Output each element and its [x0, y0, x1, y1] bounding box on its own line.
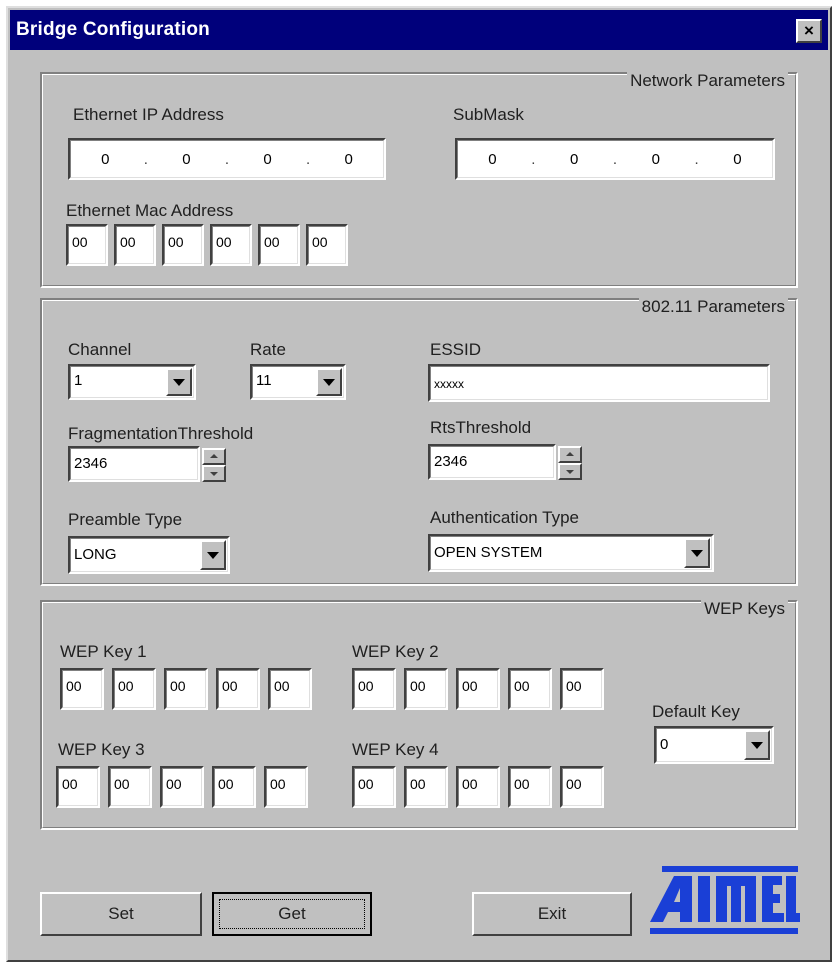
radio-parameters-title: 802.11 Parameters [638, 297, 788, 317]
wep-key-byte-field[interactable]: 00 [352, 766, 396, 808]
wep-key-byte-field[interactable]: 00 [112, 668, 156, 710]
ethernet-ip-field[interactable]: 0. 0. 0. 0 [68, 138, 386, 180]
rate-label: Rate [250, 340, 286, 359]
preamble-type-label: Preamble Type [68, 510, 183, 529]
wep-key-byte-field[interactable]: 00 [404, 668, 448, 710]
mac-byte-field[interactable]: 00 [258, 224, 300, 266]
fragmentation-threshold-spinner[interactable] [202, 448, 226, 482]
set-button-label: Set [108, 904, 134, 923]
spin-up-icon[interactable] [558, 446, 582, 463]
chevron-down-icon[interactable] [200, 540, 226, 570]
chevron-down-icon[interactable] [744, 730, 770, 760]
submask-octet-4: 0 [733, 150, 742, 168]
wep-key-byte-field[interactable]: 00 [160, 766, 204, 808]
exit-button[interactable]: Exit [472, 892, 632, 936]
mac-byte-field[interactable]: 00 [306, 224, 348, 266]
wep-key-byte-field[interactable]: 00 [108, 766, 152, 808]
exit-button-label: Exit [537, 904, 567, 923]
rts-threshold-label: RtsThreshold [430, 418, 532, 437]
wep-key-byte-field[interactable]: 00 [456, 668, 500, 710]
spin-down-icon[interactable] [202, 465, 226, 482]
rts-threshold-input[interactable]: 2346 [428, 444, 556, 480]
set-button[interactable]: Set [40, 892, 202, 936]
rate-select[interactable]: 11 [250, 364, 346, 400]
essid-label: ESSID [430, 340, 482, 359]
title-bar[interactable]: Bridge Configuration × [10, 10, 828, 50]
rate-value: 11 [256, 372, 272, 389]
channel-label: Channel [68, 340, 132, 359]
mac-byte-field[interactable]: 00 [162, 224, 204, 266]
mac-byte-field[interactable]: 00 [114, 224, 156, 266]
wep-key-byte-field[interactable]: 00 [212, 766, 256, 808]
preamble-type-select[interactable]: LONG [68, 536, 230, 574]
mac-byte-field[interactable]: 00 [66, 224, 108, 266]
spin-up-icon[interactable] [202, 448, 226, 465]
ip-octet-1: 0 [101, 150, 110, 168]
channel-value: 1 [74, 372, 83, 389]
default-key-value: 0 [660, 736, 669, 753]
fragmentation-threshold-input[interactable]: 2346 [68, 446, 200, 482]
wep-key-byte-field[interactable]: 00 [508, 766, 552, 808]
wep-key-1-label: WEP Key 1 [60, 642, 147, 661]
ethernet-mac-label: Ethernet Mac Address [66, 201, 234, 220]
submask-octet-3: 0 [651, 150, 660, 168]
essid-input[interactable]: xxxxx [428, 364, 770, 402]
wep-key-byte-field[interactable]: 00 [268, 668, 312, 710]
wep-key-3-fields: 00 00 00 00 00 [56, 766, 308, 808]
ip-octet-3: 0 [263, 150, 272, 168]
ethernet-ip-label: Ethernet IP Address [73, 105, 224, 124]
close-icon: × [804, 21, 814, 40]
submask-field[interactable]: 0. 0. 0. 0 [455, 138, 775, 180]
wep-key-2-fields: 00 00 00 00 00 [352, 668, 604, 710]
wep-key-byte-field[interactable]: 00 [508, 668, 552, 710]
submask-octet-1: 0 [488, 150, 497, 168]
channel-select[interactable]: 1 [68, 364, 196, 400]
wep-key-2-label: WEP Key 2 [352, 642, 439, 661]
authentication-type-select[interactable]: OPEN SYSTEM [428, 534, 714, 572]
rts-threshold-spinner[interactable] [558, 446, 582, 480]
focus-rect [219, 899, 365, 929]
wep-key-byte-field[interactable]: 00 [456, 766, 500, 808]
get-button[interactable]: Get [212, 892, 372, 936]
wep-key-3-label: WEP Key 3 [58, 740, 145, 759]
submask-octet-2: 0 [569, 150, 579, 168]
default-key-select[interactable]: 0 [654, 726, 774, 764]
wep-key-4-label: WEP Key 4 [352, 740, 439, 759]
wep-key-4-fields: 00 00 00 00 00 [352, 766, 604, 808]
chevron-down-icon[interactable] [166, 368, 192, 396]
wep-key-byte-field[interactable]: 00 [164, 668, 208, 710]
close-button[interactable]: × [796, 19, 822, 43]
ip-octet-2: 0 [182, 150, 191, 168]
wep-key-byte-field[interactable]: 00 [216, 668, 260, 710]
wep-key-byte-field[interactable]: 00 [264, 766, 308, 808]
atmel-logo [650, 866, 800, 934]
wep-key-byte-field[interactable]: 00 [560, 766, 604, 808]
wep-key-byte-field[interactable]: 00 [404, 766, 448, 808]
mac-byte-field[interactable]: 00 [210, 224, 252, 266]
wep-key-byte-field[interactable]: 00 [60, 668, 104, 710]
authentication-type-value: OPEN SYSTEM [434, 544, 543, 561]
preamble-type-value: LONG [74, 546, 117, 563]
wep-keys-title: WEP Keys [701, 599, 788, 619]
authentication-type-label: Authentication Type [430, 508, 580, 527]
chevron-down-icon[interactable] [316, 368, 342, 396]
submask-label: SubMask [453, 105, 524, 124]
wep-key-byte-field[interactable]: 00 [352, 668, 396, 710]
fragmentation-threshold-label: FragmentationThreshold [68, 424, 254, 443]
network-parameters-title: Network Parameters [627, 71, 788, 91]
wep-key-byte-field[interactable]: 00 [560, 668, 604, 710]
chevron-down-icon[interactable] [684, 538, 710, 568]
window-title: Bridge Configuration [16, 19, 210, 40]
default-key-label: Default Key [652, 702, 740, 721]
ip-octet-4: 0 [344, 150, 353, 168]
wep-key-byte-field[interactable]: 00 [56, 766, 100, 808]
wep-key-1-fields: 00 00 00 00 00 [60, 668, 312, 710]
spin-down-icon[interactable] [558, 463, 582, 480]
ethernet-mac-fields: 00 00 00 00 00 00 [66, 224, 348, 266]
